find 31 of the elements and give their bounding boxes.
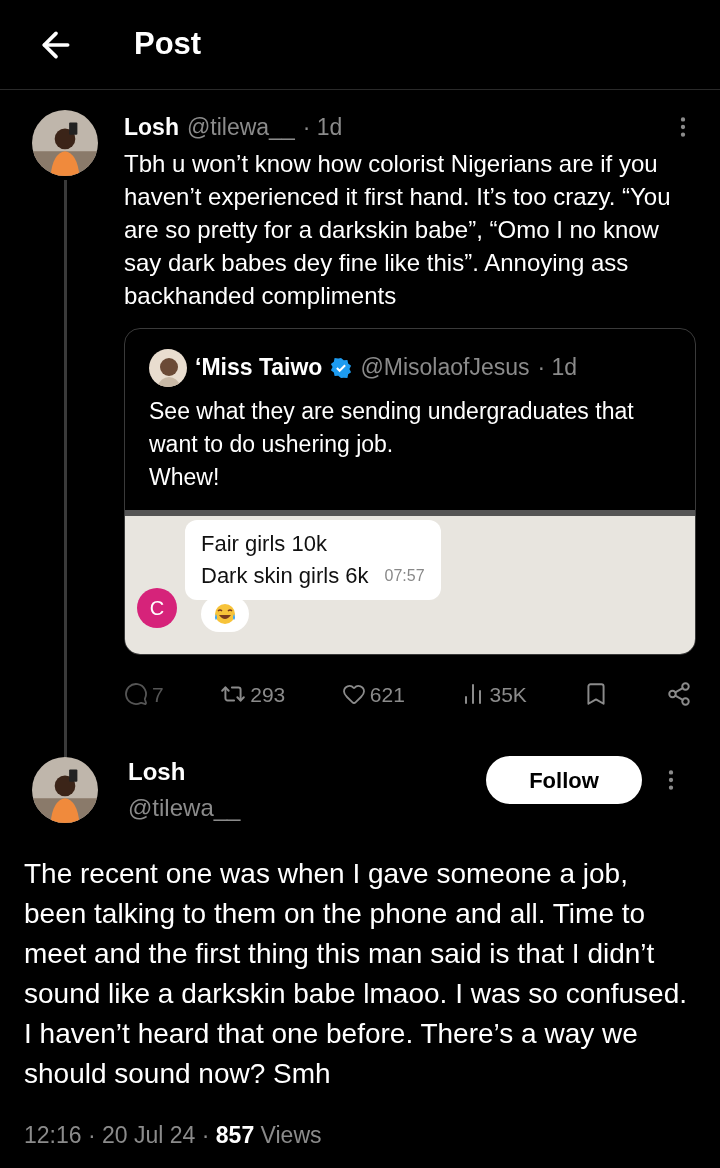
page-title: Post	[134, 25, 202, 64]
laughing-emoji-icon	[213, 601, 237, 626]
stat-count: 621	[369, 681, 405, 708]
message-text: Dark skin girls 6k	[201, 561, 369, 590]
post-time: · 1d	[537, 353, 578, 383]
message-time: 07:57	[384, 565, 425, 586]
post-text: Tbh u won’t know how colorist Nigerians are if you haven’t experienced it first hand. It’s too crazy. “You are so pretty for a darkskin babe”, “Omo I no know say dark babes dey fine like this”. Annoying ass backhanded compliments	[124, 148, 672, 311]
author-name[interactable]: ‘Miss Taiwo	[195, 350, 323, 385]
quote-text: See what they are sending undergraduates that want to do ushering job.	[149, 396, 635, 459]
author-name[interactable]: Losh	[124, 110, 179, 145]
author-name[interactable]: Losh	[128, 754, 241, 790]
follow-button[interactable]: Follow	[486, 756, 642, 804]
author-handle[interactable]: @MisolaofJesus	[360, 350, 530, 385]
post-text: The recent one was when I gave someone a job, been talking to them on the phone and all. Time to meet and the first thing this man said is that I didn’t sound like a darkskin babe lmaoo. I was so confused. I haven’t heard that one before. There’s a way we should sound now? Smh	[23, 857, 689, 1091]
stat-count: 293	[250, 681, 286, 708]
stat-count: 35K	[489, 681, 527, 708]
share-icon[interactable]	[665, 681, 692, 708]
author-handle[interactable]: @tilewa__	[128, 790, 241, 826]
author-handle[interactable]: @tilewa__	[186, 110, 295, 145]
post-timestamp: 12:16 · 20 Jul 24 ·	[24, 1121, 211, 1150]
views-count: 857	[215, 1121, 255, 1150]
message-text: Fair girls 10k	[201, 529, 328, 558]
avatar	[149, 348, 187, 387]
views-label: Views	[259, 1121, 322, 1150]
quote-text: Whew!	[149, 462, 221, 492]
contact-avatar: C	[137, 587, 177, 628]
stat-count: 7	[152, 681, 164, 708]
quoted-post[interactable]: ‘Miss Taiwo @MisolaofJesus · 1d See what they are sending undergraduates that want to do ushering job. Whew! C Fair girls 10k Dark skin girls 6k 07:57	[124, 327, 696, 655]
post-time: · 1d	[302, 113, 343, 142]
heart-icon[interactable]	[341, 682, 366, 707]
reply-icon[interactable]	[124, 682, 148, 707]
